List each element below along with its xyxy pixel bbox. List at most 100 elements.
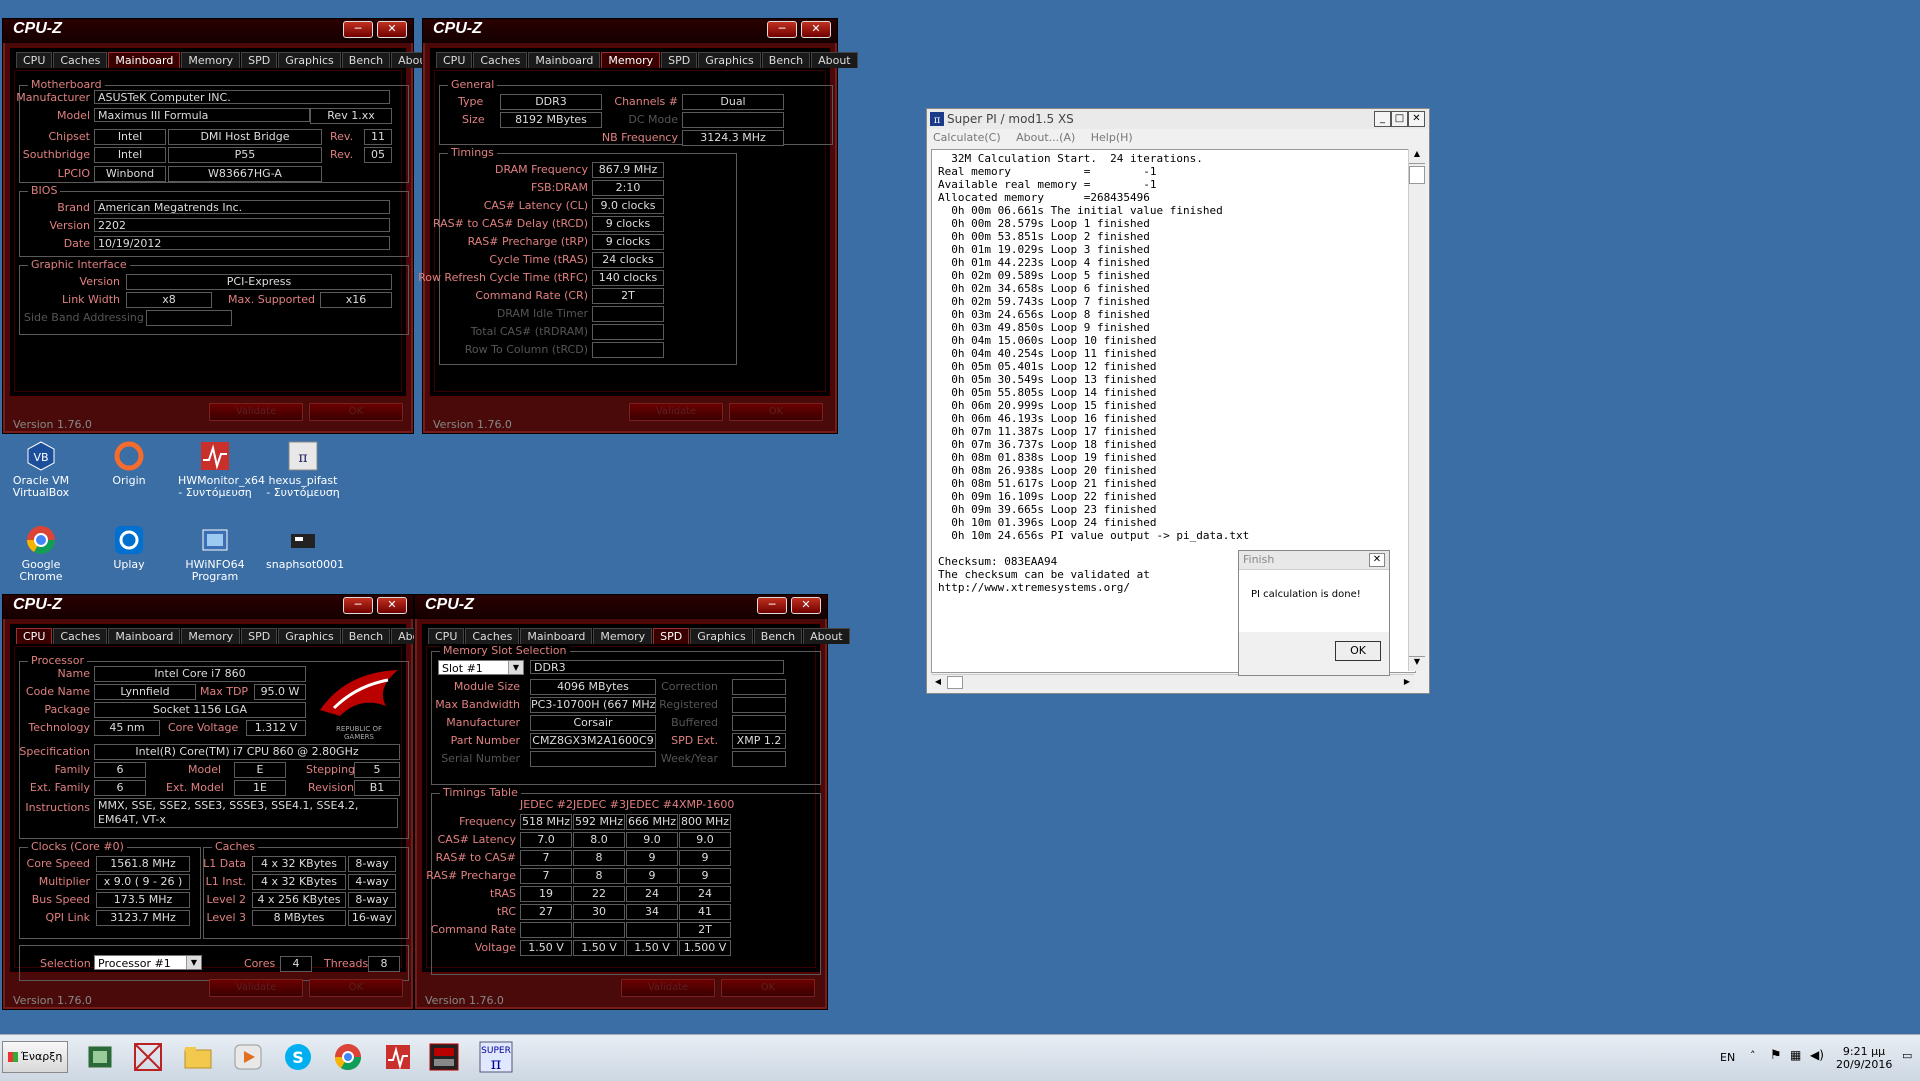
tab-bench[interactable]: Bench bbox=[761, 52, 811, 68]
tab-memory[interactable]: Memory bbox=[593, 628, 653, 644]
taskbar-chrome-icon[interactable] bbox=[330, 1040, 366, 1074]
horizontal-scrollbar[interactable]: ◀ ▶ bbox=[931, 674, 1414, 689]
taskbar-hwmonitor-icon[interactable] bbox=[380, 1040, 416, 1074]
scroll-left-icon[interactable]: ◀ bbox=[931, 675, 945, 689]
tab-spd[interactable]: SPD bbox=[661, 52, 698, 68]
tab-mainboard[interactable]: Mainboard bbox=[520, 628, 593, 644]
processor-select[interactable]: Processor #1 ▼ bbox=[94, 955, 202, 970]
tab-cpu[interactable]: CPU bbox=[436, 52, 473, 68]
scroll-right-icon[interactable]: ▶ bbox=[1400, 675, 1414, 689]
volume-icon[interactable]: ◀) bbox=[1810, 1048, 1824, 1062]
cpuz-window-memory[interactable]: CPU-Z ─ ✕ CPU Caches Mainboard Memory SP… bbox=[418, 18, 858, 434]
tab-about[interactable]: About bbox=[811, 52, 858, 68]
tab-graphics[interactable]: Graphics bbox=[698, 52, 761, 68]
tab-about[interactable]: About bbox=[803, 628, 850, 644]
tab-memory[interactable]: Memory bbox=[181, 628, 241, 644]
tab-mainboard[interactable]: Mainboard bbox=[108, 628, 181, 644]
tab-caches[interactable]: Caches bbox=[473, 52, 528, 68]
desktop-icon-snapshot[interactable]: snaphsot0001 bbox=[266, 524, 344, 571]
cpuz-window-mainboard[interactable]: CPU-Z ─ ✕ CPU Caches Mainboard Memory SP… bbox=[2, 18, 438, 434]
tab-bench[interactable]: Bench bbox=[341, 52, 391, 68]
close-button[interactable]: ✕ bbox=[1369, 553, 1385, 567]
menu-about[interactable]: About...(A) bbox=[1016, 131, 1075, 144]
minimize-button[interactable]: ─ bbox=[767, 21, 797, 38]
start-button[interactable]: Έναρξη bbox=[2, 1041, 68, 1073]
close-button[interactable]: ✕ bbox=[801, 21, 831, 38]
desktop-icon-hwinfo64[interactable]: HWiNFO64 Program bbox=[178, 524, 252, 583]
desktop-icon-virtualbox[interactable]: VB Oracle VM VirtualBox bbox=[4, 440, 78, 499]
tab-memory[interactable]: Memory bbox=[181, 52, 241, 68]
tab-cpu[interactable]: CPU bbox=[428, 628, 465, 644]
tab-mainboard[interactable]: Mainboard bbox=[108, 52, 181, 68]
taskbar-superpi-icon[interactable]: SUPER π bbox=[478, 1040, 514, 1074]
tab-bench[interactable]: Bench bbox=[753, 628, 803, 644]
scroll-down-icon[interactable]: ▼ bbox=[1409, 656, 1425, 671]
ok-button[interactable]: OK bbox=[721, 979, 815, 997]
validate-button[interactable]: Validate bbox=[209, 403, 303, 421]
taskbar-cpuz-icon[interactable] bbox=[82, 1040, 118, 1074]
ok-button[interactable]: OK bbox=[729, 403, 823, 421]
vertical-scrollbar[interactable]: ▲ ▼ bbox=[1408, 149, 1425, 671]
taskbar-media-player-icon[interactable] bbox=[230, 1040, 266, 1074]
close-button[interactable]: ✕ bbox=[377, 597, 407, 614]
minimize-button[interactable]: ─ bbox=[757, 597, 787, 614]
minimize-button[interactable]: _ bbox=[1374, 111, 1391, 127]
desktop-icon-origin[interactable]: Origin bbox=[92, 440, 166, 487]
tab-caches[interactable]: Caches bbox=[53, 52, 108, 68]
title-bar[interactable]: CPU-Z ─ ✕ bbox=[415, 595, 827, 619]
network-icon[interactable]: ▦ bbox=[1790, 1048, 1801, 1062]
validate-button[interactable]: Validate bbox=[629, 403, 723, 421]
tab-spd[interactable]: SPD bbox=[241, 628, 278, 644]
desktop-icon-hexus-pifast[interactable]: π hexus_pifast - Συντόμευση bbox=[266, 440, 340, 499]
tray-expand-icon[interactable]: ˄ bbox=[1750, 1049, 1756, 1062]
action-center-flag-icon[interactable]: ⚑ bbox=[1770, 1048, 1782, 1063]
hscroll-thumb[interactable] bbox=[947, 676, 963, 689]
cpuz-window-spd[interactable]: CPU-Z ─ ✕ CPU Caches Mainboard Memory SP… bbox=[414, 594, 850, 1010]
tab-graphics[interactable]: Graphics bbox=[278, 628, 341, 644]
title-bar[interactable]: CPU-Z ─ ✕ bbox=[3, 19, 413, 43]
maximize-button[interactable]: □ bbox=[1391, 111, 1408, 127]
desktop-icon-chrome[interactable]: Google Chrome bbox=[4, 524, 78, 583]
tab-memory[interactable]: Memory bbox=[601, 52, 661, 68]
tab-bench[interactable]: Bench bbox=[341, 628, 391, 644]
tab-caches[interactable]: Caches bbox=[53, 628, 108, 644]
minimize-button[interactable]: ─ bbox=[343, 597, 373, 614]
desktop-icon-uplay[interactable]: Uplay bbox=[92, 524, 166, 571]
tab-cpu[interactable]: CPU bbox=[16, 628, 53, 644]
ok-button[interactable]: OK bbox=[1335, 641, 1381, 661]
scroll-up-icon[interactable]: ▲ bbox=[1409, 149, 1425, 164]
dialog-title-bar[interactable]: Finish ✕ bbox=[1239, 551, 1389, 570]
close-button[interactable]: ✕ bbox=[791, 597, 821, 614]
minimize-button[interactable]: ─ bbox=[343, 21, 373, 38]
close-button[interactable]: ✕ bbox=[377, 21, 407, 38]
title-bar[interactable]: CPU-Z ─ ✕ bbox=[3, 595, 413, 619]
taskbar-rog-cpuz-icon[interactable] bbox=[426, 1040, 462, 1074]
slot-select[interactable]: Slot #1 ▼ bbox=[438, 660, 524, 675]
title-bar[interactable]: CPU-Z ─ ✕ bbox=[423, 19, 837, 43]
language-indicator[interactable]: EN bbox=[1720, 1051, 1735, 1064]
taskbar-skype-icon[interactable]: S bbox=[280, 1040, 316, 1074]
desktop-icon-hwmonitor[interactable]: HWMonitor_x64 - Συντόμευση bbox=[178, 440, 265, 499]
tab-spd[interactable]: SPD bbox=[653, 628, 690, 644]
finish-dialog[interactable]: Finish ✕ PI calculation is done! OK bbox=[1238, 550, 1390, 676]
menu-help[interactable]: Help(H) bbox=[1091, 131, 1133, 144]
tab-graphics[interactable]: Graphics bbox=[278, 52, 341, 68]
ok-button[interactable]: OK bbox=[309, 979, 403, 997]
tab-cpu[interactable]: CPU bbox=[16, 52, 53, 68]
menu-calculate[interactable]: Calculate(C) bbox=[933, 131, 1001, 144]
tab-graphics[interactable]: Graphics bbox=[690, 628, 753, 644]
title-bar[interactable]: π Super PI / mod1.5 XS _ □ ✕ bbox=[927, 109, 1429, 129]
validate-button[interactable]: Validate bbox=[621, 979, 715, 997]
close-button[interactable]: ✕ bbox=[1408, 111, 1425, 127]
validate-button[interactable]: Validate bbox=[209, 979, 303, 997]
ok-button[interactable]: OK bbox=[309, 403, 403, 421]
show-desktop-button[interactable]: ▭ bbox=[1902, 1049, 1916, 1065]
tab-caches[interactable]: Caches bbox=[465, 628, 520, 644]
tab-mainboard[interactable]: Mainboard bbox=[528, 52, 601, 68]
cpuz-window-cpu[interactable]: CPU-Z ─ ✕ CPU Caches Mainboard Memory SP… bbox=[2, 594, 438, 1010]
clock[interactable]: 9:21 μμ 20/9/2016 bbox=[1836, 1045, 1892, 1071]
taskbar-explorer-icon[interactable] bbox=[180, 1040, 216, 1074]
taskbar-pattern-icon[interactable] bbox=[130, 1040, 166, 1074]
scroll-thumb[interactable] bbox=[1409, 166, 1425, 184]
tab-spd[interactable]: SPD bbox=[241, 52, 278, 68]
